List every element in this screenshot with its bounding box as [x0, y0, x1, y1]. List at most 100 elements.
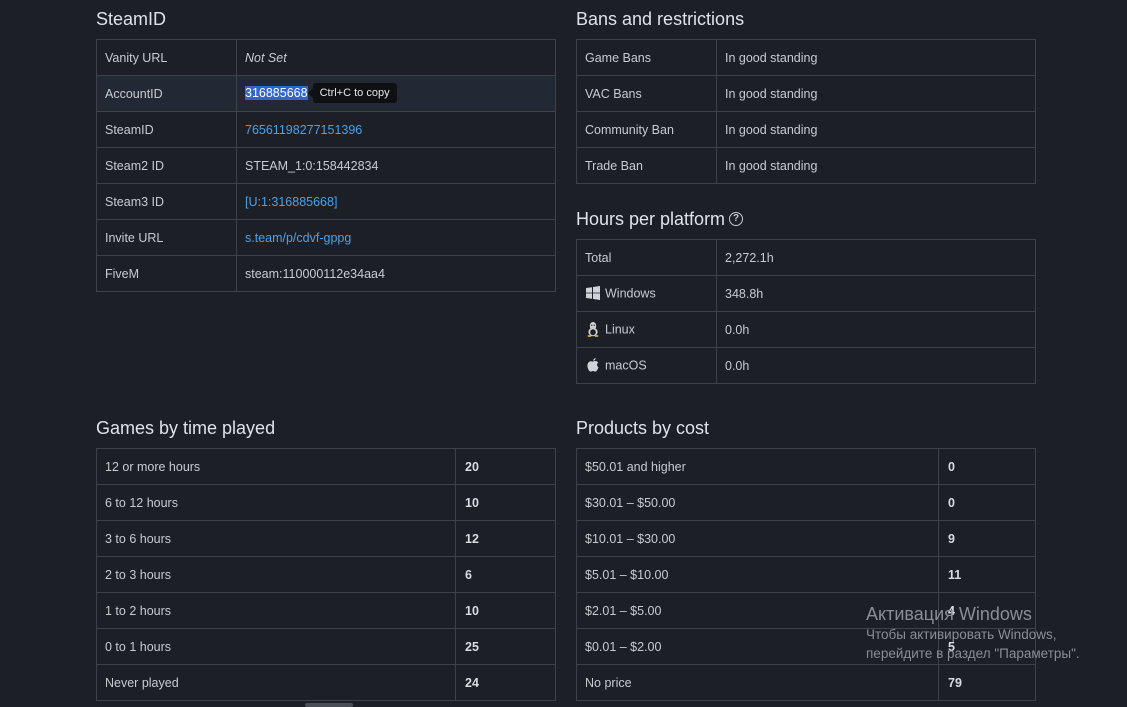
- vac-bans-value: In good standing: [716, 75, 1036, 112]
- table-row: $5.01 – $10.00 11: [576, 556, 1036, 593]
- bans-section: Bans and restrictions Game Bans In good …: [576, 9, 1036, 184]
- table-row: 3 to 6 hours 12: [96, 520, 556, 557]
- total-label: Total: [576, 239, 717, 276]
- hours-table: Total 2,272.1h Windows 348.8h Linux 0.0h…: [576, 239, 1036, 384]
- steamid-title: SteamID: [96, 9, 167, 29]
- accountid-label: AccountID: [96, 75, 237, 112]
- fivem-label: FiveM: [96, 255, 237, 292]
- games-row-label: 0 to 1 hours: [96, 628, 456, 665]
- games-table: 12 or more hours 20 6 to 12 hours 10 3 to …: [96, 448, 556, 701]
- games-row-label: 3 to 6 hours: [96, 520, 456, 557]
- watermark-line-2: перейдите в раздел "Параметры".: [866, 646, 1080, 661]
- games-section: Games by time played 12 or more hours 20 …: [96, 418, 556, 701]
- table-row: $50.01 and higher 0: [576, 448, 1036, 485]
- table-row: 6 to 12 hours 10: [96, 484, 556, 521]
- linux-label: Linux: [605, 321, 635, 336]
- table-row: Windows 348.8h: [576, 275, 1036, 312]
- games-title: Games by time played: [96, 418, 276, 438]
- table-row: Linux 0.0h: [576, 311, 1036, 348]
- games-row-count: 25: [455, 628, 556, 665]
- table-row: AccountID 316885668 Ctrl+C to copy: [96, 75, 556, 112]
- game-bans-label: Game Bans: [576, 39, 717, 76]
- game-bans-value: In good standing: [716, 39, 1036, 76]
- games-row-count: 12: [455, 520, 556, 557]
- games-row-count: 6: [455, 556, 556, 593]
- horizontal-scrollbar-thumb[interactable]: [305, 703, 353, 707]
- windows-label: Windows: [605, 285, 656, 300]
- hours-title-text: Hours per platform: [576, 209, 726, 229]
- invite-url-link[interactable]: s.team/p/cdvf-gppg: [245, 231, 351, 245]
- steam3id-label: Steam3 ID: [96, 183, 237, 220]
- games-row-label: 6 to 12 hours: [96, 484, 456, 521]
- products-row-count: 0: [938, 484, 1036, 521]
- table-row: Never played 24: [96, 664, 556, 701]
- table-row: 1 to 2 hours 10: [96, 592, 556, 629]
- table-row: 0 to 1 hours 25: [96, 628, 556, 665]
- table-row: Invite URL s.team/p/cdvf-gppg: [96, 219, 556, 256]
- macos-label: macOS: [605, 357, 647, 372]
- products-row-label: $5.01 – $10.00: [576, 556, 939, 593]
- steamid-cell: 76561198277151396: [236, 111, 556, 148]
- linux-icon: [587, 321, 599, 337]
- table-row: $10.01 – $30.00 9: [576, 520, 1036, 557]
- invite-url-label: Invite URL: [96, 219, 237, 256]
- table-row: FiveM steam:110000112e34aa4: [96, 255, 556, 292]
- watermark-title: Активация Windows: [866, 604, 1032, 624]
- community-ban-value: In good standing: [716, 111, 1036, 148]
- vac-bans-label: VAC Bans: [576, 75, 717, 112]
- total-value: 2,272.1h: [716, 239, 1036, 276]
- table-row: No price 79: [576, 664, 1036, 701]
- table-row: VAC Bans In good standing: [576, 75, 1036, 112]
- steamid-section: SteamID Vanity URL Not Set AccountID 316…: [96, 9, 556, 292]
- table-row: 12 or more hours 20: [96, 448, 556, 485]
- products-row-label: $10.01 – $30.00: [576, 520, 939, 557]
- steam3id-link[interactable]: [U:1:316885668]: [245, 195, 337, 209]
- products-title: Products by cost: [576, 418, 710, 438]
- macos-label-cell: macOS: [576, 347, 717, 384]
- table-row: Total 2,272.1h: [576, 239, 1036, 276]
- fivem-value[interactable]: steam:110000112e34aa4: [236, 255, 556, 292]
- games-row-count: 20: [455, 448, 556, 485]
- community-ban-label: Community Ban: [576, 111, 717, 148]
- windows-icon: [586, 285, 600, 300]
- vanity-url-value: Not Set: [236, 39, 556, 76]
- watermark-line-1: Чтобы активировать Windows,: [866, 627, 1057, 642]
- trade-ban-label: Trade Ban: [576, 147, 717, 184]
- linux-value: 0.0h: [716, 311, 1036, 348]
- table-row: Steam3 ID [U:1:316885668]: [96, 183, 556, 220]
- invite-url-cell: s.team/p/cdvf-gppg: [236, 219, 556, 256]
- table-row: $30.01 – $50.00 0: [576, 484, 1036, 521]
- products-row-count: 0: [938, 448, 1036, 485]
- table-row: Game Bans In good standing: [576, 39, 1036, 76]
- products-row-count: 11: [938, 556, 1036, 593]
- accountid-cell: 316885668 Ctrl+C to copy: [236, 75, 556, 112]
- bans-title: Bans and restrictions: [576, 9, 745, 29]
- steam2id-label: Steam2 ID: [96, 147, 237, 184]
- vanity-url-label: Vanity URL: [96, 39, 237, 76]
- games-row-label: 2 to 3 hours: [96, 556, 456, 593]
- steamid-label: SteamID: [96, 111, 237, 148]
- copy-tooltip: Ctrl+C to copy: [307, 82, 397, 103]
- products-row-label: $30.01 – $50.00: [576, 484, 939, 521]
- linux-label-cell: Linux: [576, 311, 717, 348]
- games-row-label: 1 to 2 hours: [96, 592, 456, 629]
- games-row-count: 10: [455, 592, 556, 629]
- windows-label-cell: Windows: [576, 275, 717, 312]
- table-row: SteamID 76561198277151396: [96, 111, 556, 148]
- games-row-count: 24: [455, 664, 556, 701]
- games-row-count: 10: [455, 484, 556, 521]
- table-row: Vanity URL Not Set: [96, 39, 556, 76]
- help-icon[interactable]: ?: [729, 212, 744, 226]
- products-row-count: 79: [938, 664, 1036, 701]
- steam3id-cell: [U:1:316885668]: [236, 183, 556, 220]
- games-row-label: Never played: [96, 664, 456, 701]
- table-row: Trade Ban In good standing: [576, 147, 1036, 184]
- table-row: 2 to 3 hours 6: [96, 556, 556, 593]
- games-row-label: 12 or more hours: [96, 448, 456, 485]
- products-table: $50.01 and higher 0 $30.01 – $50.00 0 $10.…: [576, 448, 1036, 701]
- bans-table: Game Bans In good standing VAC Bans In g…: [576, 39, 1036, 184]
- accountid-value[interactable]: 316885668: [245, 85, 308, 100]
- steam2id-value[interactable]: STEAM_1:0:158442834: [236, 147, 556, 184]
- products-row-label: No price: [576, 664, 939, 701]
- steamid-link[interactable]: 76561198277151396: [245, 123, 362, 137]
